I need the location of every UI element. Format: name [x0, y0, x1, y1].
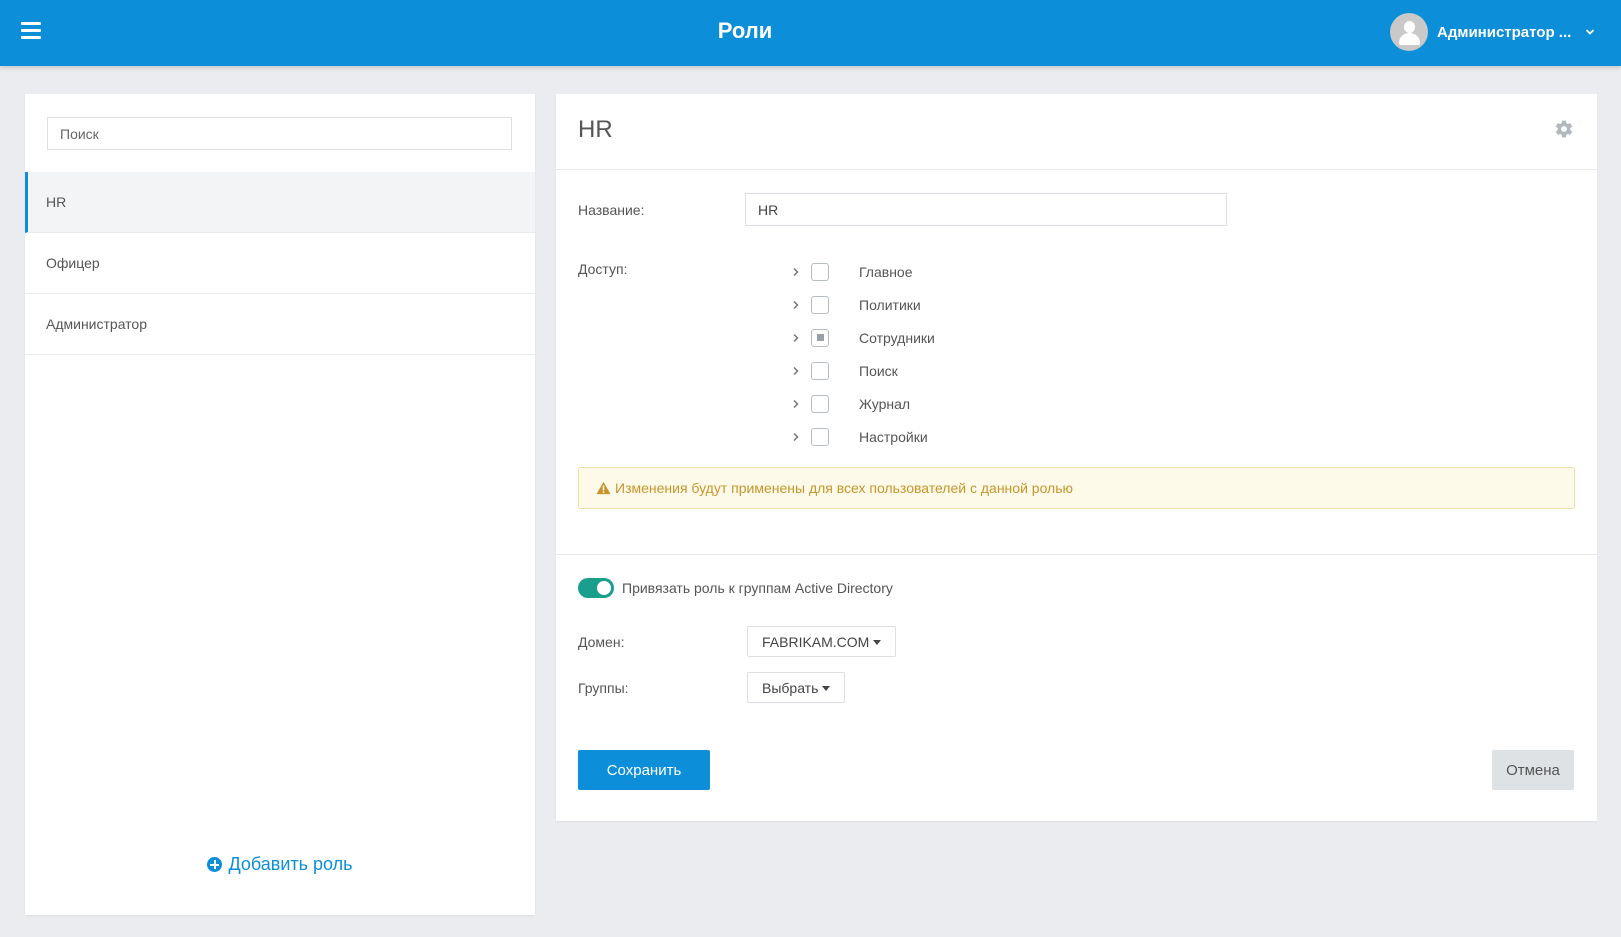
access-checkbox[interactable]	[811, 328, 829, 347]
add-role-label: Добавить роль	[228, 854, 353, 874]
editor-header: HR	[556, 94, 1597, 170]
access-item-label: Поиск	[859, 362, 898, 379]
chevron-right-icon[interactable]	[790, 299, 802, 311]
role-item-label: HR	[46, 194, 67, 210]
groups-dropdown[interactable]: Выбрать	[747, 672, 846, 703]
access-item: Политики	[790, 288, 935, 321]
chevron-right-icon[interactable]	[790, 332, 802, 344]
access-item: Настройки	[790, 420, 935, 453]
access-item: Поиск	[790, 354, 935, 387]
warning-alert: Изменения будут применены для всех польз…	[578, 467, 1575, 509]
user-name: Администратор ...	[1437, 23, 1572, 41]
top-bar: Роли Администратор ...	[0, 0, 1621, 66]
ad-binding-label: Привязать роль к группам Active Director…	[622, 580, 893, 596]
caret-down-icon	[822, 685, 831, 691]
role-item-officer[interactable]: Офицер	[25, 233, 535, 294]
access-checkbox[interactable]	[811, 295, 829, 314]
access-item: Главное	[790, 255, 935, 288]
role-item-hr[interactable]: HR	[25, 172, 535, 233]
access-item-label: Политики	[859, 296, 921, 313]
domain-value: FABRIKAM.COM	[762, 633, 870, 650]
chevron-right-icon[interactable]	[790, 431, 802, 443]
role-editor: HR Название: Доступ: Главное Политики Со…	[556, 94, 1597, 821]
role-item-label: Офицер	[46, 255, 100, 271]
access-item: Журнал	[790, 387, 935, 420]
access-item-label: Настройки	[859, 428, 928, 445]
groups-value: Выбрать	[762, 679, 819, 696]
cancel-button[interactable]: Отмена	[1492, 750, 1574, 790]
role-list: HR Офицер Администратор	[25, 172, 535, 355]
domain-label: Домен:	[578, 634, 625, 650]
search-input[interactable]	[47, 117, 512, 150]
access-label: Доступ:	[578, 261, 628, 277]
caret-down-icon	[873, 639, 882, 645]
name-label: Название:	[578, 202, 645, 218]
access-item-label: Главное	[859, 263, 913, 280]
page-title: Роли	[717, 18, 773, 43]
add-role-button[interactable]: Добавить роль	[25, 854, 535, 875]
chevron-right-icon[interactable]	[790, 365, 802, 377]
chevron-down-icon	[1586, 29, 1595, 35]
ad-binding-toggle[interactable]	[578, 578, 614, 598]
access-item-label: Сотрудники	[859, 329, 935, 346]
access-checkbox[interactable]	[811, 394, 829, 413]
role-name-input[interactable]	[745, 193, 1227, 226]
plus-circle-icon	[207, 857, 223, 872]
access-item-label: Журнал	[859, 395, 911, 412]
user-menu[interactable]: Администратор ...	[1390, 13, 1595, 51]
chevron-right-icon[interactable]	[790, 266, 802, 278]
warning-text: Изменения будут применены для всех польз…	[615, 480, 1074, 496]
role-title: HR	[578, 116, 613, 143]
roles-sidebar: HR Офицер Администратор Добавить роль	[25, 94, 535, 915]
role-item-label: Администратор	[46, 316, 148, 332]
avatar	[1390, 13, 1428, 51]
access-tree: Главное Политики Сотрудники Поиск Журнал…	[790, 255, 935, 453]
warning-icon	[596, 481, 611, 495]
access-checkbox[interactable]	[811, 262, 829, 281]
chevron-right-icon[interactable]	[790, 398, 802, 410]
access-checkbox[interactable]	[811, 361, 829, 380]
access-item: Сотрудники	[790, 321, 935, 354]
role-item-administrator[interactable]: Администратор	[25, 294, 535, 355]
gear-icon[interactable]	[1554, 119, 1574, 139]
save-button[interactable]: Сохранить	[578, 750, 710, 790]
domain-dropdown[interactable]: FABRIKAM.COM	[747, 626, 897, 657]
access-checkbox[interactable]	[811, 427, 829, 446]
section-divider	[556, 554, 1597, 555]
groups-label: Группы:	[578, 680, 629, 696]
